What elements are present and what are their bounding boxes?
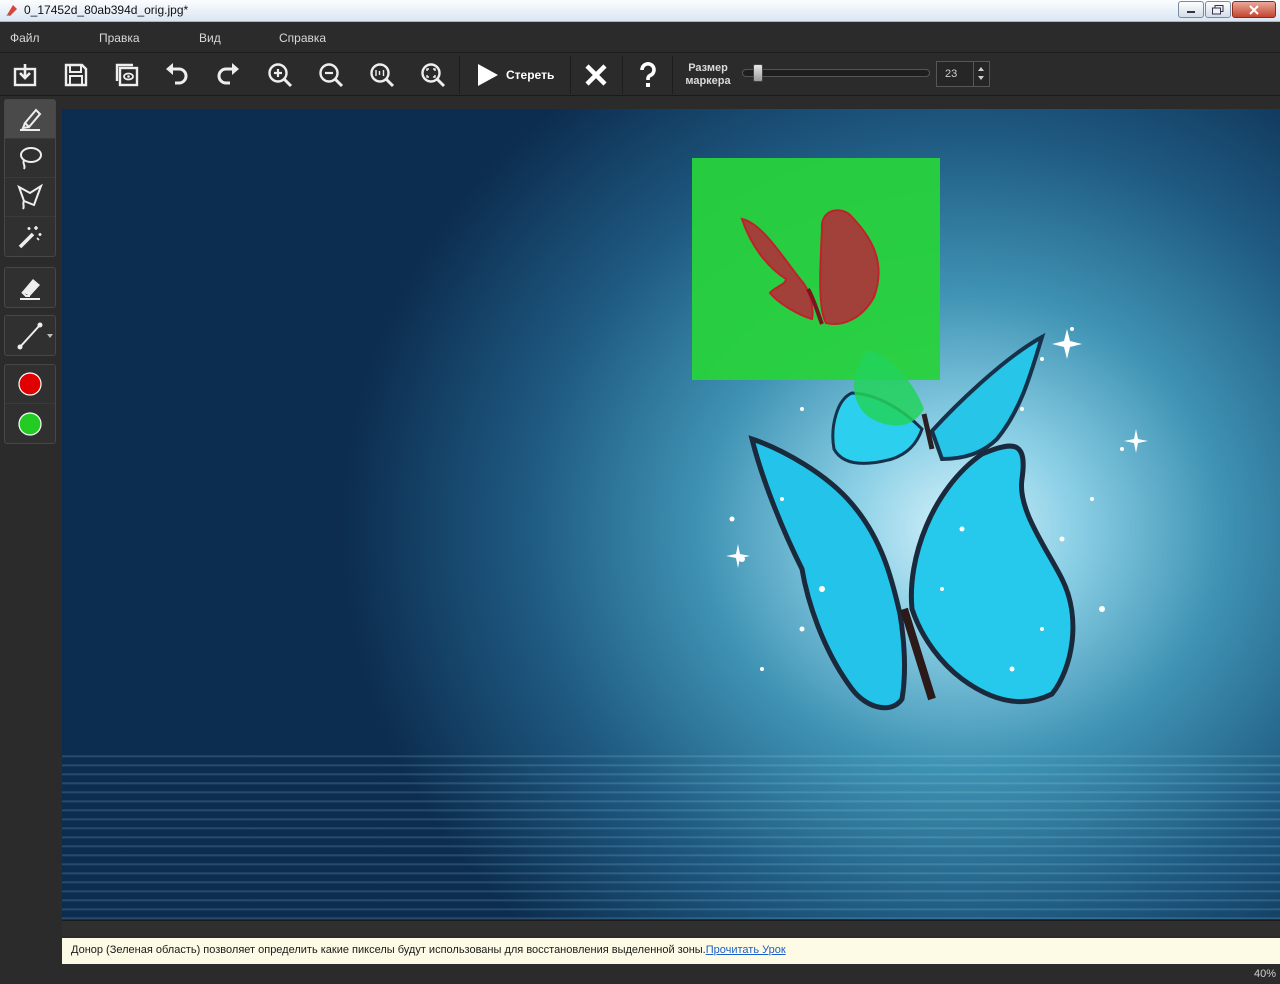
zoom-1to1-icon: [370, 63, 395, 88]
zoom-out-icon: [319, 63, 344, 88]
polygon-lasso-tool[interactable]: [5, 178, 55, 217]
toolbar-separator: [570, 56, 571, 94]
menu-view[interactable]: Вид: [199, 31, 221, 45]
zoom-out-button[interactable]: [314, 58, 348, 92]
magic-wand-icon: [18, 225, 42, 248]
restore-icon: [1212, 4, 1224, 14]
brush-size-value[interactable]: 23: [945, 68, 957, 80]
hint-text: Донор (Зеленая область) позволяет опреде…: [71, 944, 786, 956]
undo-button[interactable]: [160, 58, 194, 92]
redo-icon: [217, 63, 239, 85]
open-button[interactable]: [8, 58, 42, 92]
marker-tool[interactable]: [5, 100, 55, 139]
menu-edit[interactable]: Правка: [99, 31, 140, 45]
zoom-level: 40%: [1253, 968, 1276, 980]
marker-icon: [20, 108, 42, 131]
save-icon: [64, 63, 88, 87]
toolbar: Стереть Размер маркера 23: [0, 54, 1280, 96]
open-icon: [13, 64, 37, 87]
restore-button[interactable]: [1205, 1, 1231, 18]
play-icon: [478, 64, 498, 86]
erase-run-label: Стереть: [506, 68, 555, 82]
save-as-icon: [115, 63, 139, 87]
hint-bar: Донор (Зеленая область) позволяет опреде…: [62, 938, 1280, 964]
toolbar-separator: [622, 56, 623, 94]
spin-down-icon[interactable]: [978, 76, 984, 80]
marked-butterfly: [740, 209, 880, 325]
red-color-icon: [18, 372, 42, 396]
title-bar: 0_17452d_80ab394d_orig.jpg*: [0, 0, 1280, 22]
undo-icon: [166, 63, 188, 85]
close-window-button[interactable]: [1232, 1, 1276, 18]
save-as-button[interactable]: [110, 58, 144, 92]
close-icon: [1249, 4, 1259, 15]
selection-tools-group: [4, 99, 56, 257]
red-marker-color[interactable]: [5, 365, 55, 404]
window-title: 0_17452d_80ab394d_orig.jpg*: [24, 3, 189, 17]
horizontal-scrollbar[interactable]: [62, 920, 1280, 936]
lasso-icon: [20, 147, 42, 170]
read-lesson-link[interactable]: Прочитать Урок: [706, 944, 786, 956]
cancel-button[interactable]: [579, 58, 613, 92]
toolbar-separator: [672, 56, 673, 94]
redo-button[interactable]: [211, 58, 245, 92]
brush-size-slider[interactable]: [742, 69, 930, 77]
image-canvas[interactable]: [62, 109, 1280, 919]
toolbar-separator: [459, 56, 460, 94]
app-icon: [6, 5, 17, 16]
spin-up-icon[interactable]: [978, 67, 984, 71]
menu-help[interactable]: Справка: [279, 31, 326, 45]
hint-message: Донор (Зеленая область) позволяет опреде…: [71, 944, 706, 956]
help-button[interactable]: [631, 58, 665, 92]
fit-to-window-button[interactable]: [416, 58, 450, 92]
eraser-icon: [20, 278, 40, 300]
menu-file[interactable]: Файл: [10, 31, 40, 45]
save-button[interactable]: [59, 58, 93, 92]
green-donor-color[interactable]: [5, 404, 55, 443]
eraser-tool-group: [4, 267, 56, 308]
magic-wand-tool[interactable]: [5, 217, 55, 256]
minimize-icon: [1187, 10, 1195, 13]
erase-run-button[interactable]: Стереть: [470, 58, 566, 92]
tool-panel: [0, 97, 60, 967]
zoom-in-button[interactable]: [263, 58, 297, 92]
brush-size-spinbox[interactable]: 23: [936, 61, 990, 87]
lasso-tool[interactable]: [5, 139, 55, 178]
zoom-in-icon: [268, 63, 293, 88]
brush-size-label: Размер маркера: [685, 62, 731, 87]
polygon-lasso-icon: [17, 183, 43, 210]
line-tool-group: [4, 315, 56, 356]
chevron-down-icon[interactable]: [47, 334, 53, 338]
color-tools-group: [4, 364, 56, 444]
cross-icon: [585, 64, 607, 86]
large-butterfly: [748, 435, 1076, 711]
brush-size-slider-thumb[interactable]: [752, 64, 763, 82]
line-tool[interactable]: [5, 316, 55, 355]
fit-to-window-icon: [421, 63, 446, 88]
green-color-icon: [18, 411, 42, 436]
menu-bar: Файл Правка Вид Справка: [0, 23, 1280, 53]
line-icon: [17, 322, 43, 349]
eraser-tool[interactable]: [5, 268, 55, 307]
butterfly-artwork: [726, 209, 1148, 711]
zoom-actual-size-button[interactable]: [365, 58, 399, 92]
minimize-button[interactable]: [1178, 1, 1204, 18]
question-icon: [640, 62, 656, 87]
status-bar: 40%: [0, 966, 1280, 984]
